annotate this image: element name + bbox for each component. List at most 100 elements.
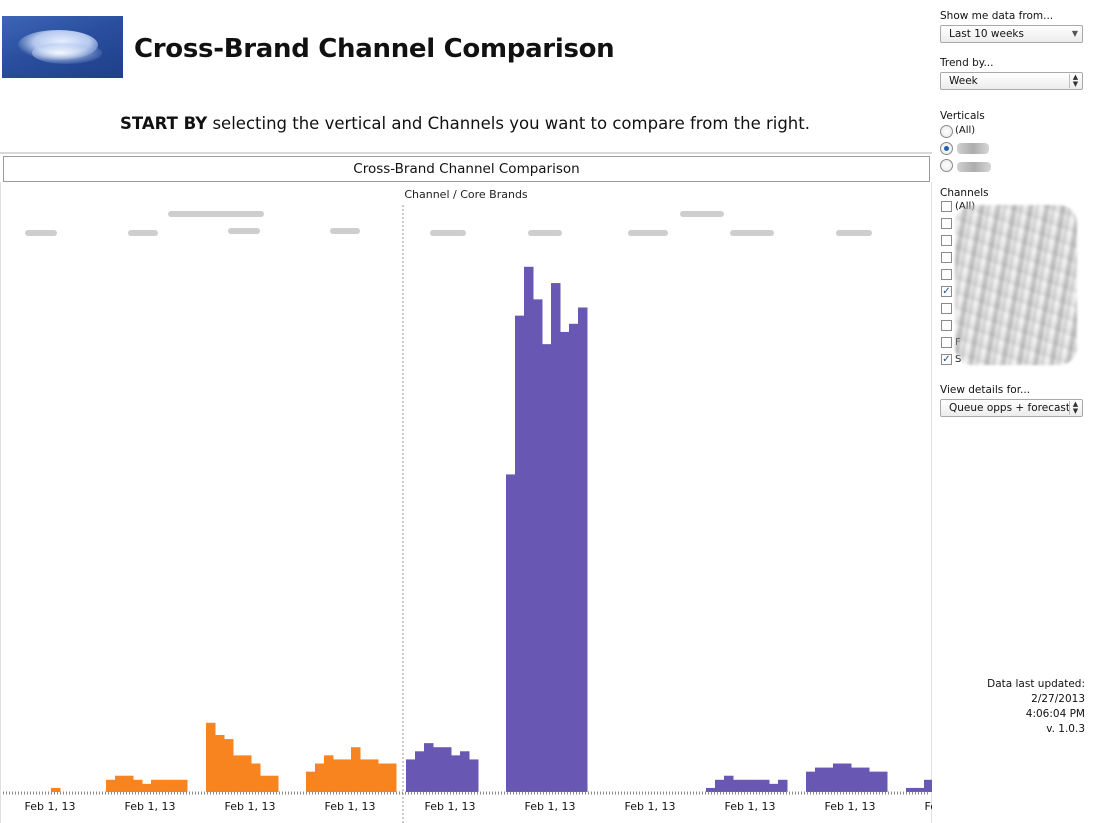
bar-chart[interactable]: Feb 1, 13 Feb 1, 13 Feb 1, 13 Feb 1, 13 Feb … (0, 200, 932, 823)
bar[interactable] (742, 779, 752, 792)
bar[interactable] (306, 771, 316, 792)
bar[interactable] (860, 767, 870, 792)
bar[interactable] (515, 315, 525, 792)
bar[interactable] (824, 767, 834, 792)
bar[interactable] (706, 787, 716, 792)
bar[interactable] (569, 323, 579, 792)
bar[interactable] (169, 779, 179, 792)
checkbox[interactable]: ✓ (941, 354, 952, 365)
bar[interactable] (333, 759, 343, 792)
radio-button[interactable] (940, 125, 953, 138)
bar[interactable] (124, 775, 134, 792)
instruction-bold: START BY (120, 114, 208, 133)
redacted-label (528, 230, 562, 236)
checkbox[interactable] (941, 235, 952, 246)
bar[interactable] (324, 755, 334, 792)
last-updated: Data last updated: 2/27/2013 4:06:04 PM (930, 677, 1085, 722)
verticals-filter: Verticals (All) (940, 110, 1088, 174)
redacted-label (730, 230, 774, 236)
bar[interactable] (415, 751, 425, 792)
bar[interactable] (360, 759, 370, 792)
bar[interactable] (151, 779, 161, 792)
trend-control: Trend by... Week ▲ ▼ (940, 57, 1088, 90)
bar[interactable] (815, 767, 825, 792)
checkbox[interactable] (941, 337, 952, 348)
redacted-label (128, 230, 158, 236)
show-from-dropdown[interactable]: Last 10 weeks ▼ (940, 25, 1083, 43)
bar[interactable] (733, 779, 743, 792)
checkbox[interactable] (941, 303, 952, 314)
vertical-option[interactable]: (All) (940, 123, 1088, 140)
bar[interactable] (433, 747, 443, 792)
bar[interactable] (551, 283, 561, 792)
bar[interactable] (251, 763, 261, 793)
bar[interactable] (760, 779, 770, 792)
trend-dropdown[interactable]: Week ▲ ▼ (940, 72, 1083, 90)
bar[interactable] (342, 759, 352, 792)
bar[interactable] (115, 775, 125, 792)
bar[interactable] (906, 787, 916, 792)
checkbox[interactable] (941, 201, 952, 212)
bar[interactable] (524, 266, 534, 792)
bar[interactable] (406, 759, 416, 792)
bar[interactable] (778, 779, 788, 792)
bar[interactable] (769, 783, 779, 792)
checkbox[interactable] (941, 252, 952, 263)
bar[interactable] (833, 763, 843, 793)
bar[interactable] (160, 779, 170, 792)
bar[interactable] (560, 331, 570, 792)
bar[interactable] (260, 775, 270, 792)
bar[interactable] (242, 755, 252, 792)
bar[interactable] (878, 771, 888, 792)
bar[interactable] (751, 779, 761, 792)
up-down-stepper-icon: ▲ ▼ (1069, 74, 1081, 88)
bar[interactable] (851, 767, 861, 792)
radio-button[interactable] (940, 142, 953, 155)
show-from-control: Show me data from... Last 10 weeks ▼ (940, 10, 1088, 43)
bar[interactable] (578, 307, 588, 793)
bar[interactable] (133, 779, 143, 792)
version-label: v. 1.0.3 (1046, 723, 1085, 735)
radio-button[interactable] (940, 159, 953, 172)
last-updated-time: 4:06:04 PM (1025, 708, 1085, 720)
bar[interactable] (206, 722, 216, 792)
bar[interactable] (915, 787, 925, 792)
bar[interactable] (142, 783, 152, 792)
bar[interactable] (506, 474, 516, 792)
checkbox[interactable] (941, 218, 952, 229)
bar[interactable] (233, 755, 243, 792)
bar[interactable] (542, 344, 552, 792)
bar[interactable] (378, 763, 388, 793)
bar[interactable] (724, 775, 734, 792)
instruction-text: START BY selecting the vertical and Chan… (0, 114, 930, 133)
x-tick-label: Feb 1, 13 (425, 800, 476, 813)
bar[interactable] (460, 751, 470, 792)
vertical-option-label: (All) (955, 125, 976, 136)
checkbox[interactable] (941, 269, 952, 280)
checkbox[interactable]: ✓ (941, 286, 952, 297)
bar[interactable] (842, 763, 852, 793)
bar[interactable] (106, 779, 116, 792)
bar[interactable] (424, 743, 434, 792)
bar[interactable] (315, 763, 325, 793)
trend-value: Week (949, 75, 978, 87)
checkbox[interactable] (941, 320, 952, 331)
bar[interactable] (451, 755, 461, 792)
bar[interactable] (869, 771, 879, 792)
bar[interactable] (178, 779, 188, 792)
bar[interactable] (51, 787, 61, 792)
bar[interactable] (369, 759, 379, 792)
bar[interactable] (387, 763, 397, 793)
bar[interactable] (715, 779, 725, 792)
bar[interactable] (351, 747, 361, 792)
bar[interactable] (224, 739, 234, 792)
bar[interactable] (215, 735, 225, 792)
bar[interactable] (533, 299, 543, 792)
bar[interactable] (469, 759, 479, 792)
bar[interactable] (924, 779, 932, 792)
details-dropdown[interactable]: Queue opps + forecast ▲ ▼ (940, 399, 1083, 417)
x-tick-label: Feb 1, 13 (525, 800, 576, 813)
bar[interactable] (806, 771, 816, 792)
bar[interactable] (442, 747, 452, 792)
bar[interactable] (269, 775, 279, 792)
